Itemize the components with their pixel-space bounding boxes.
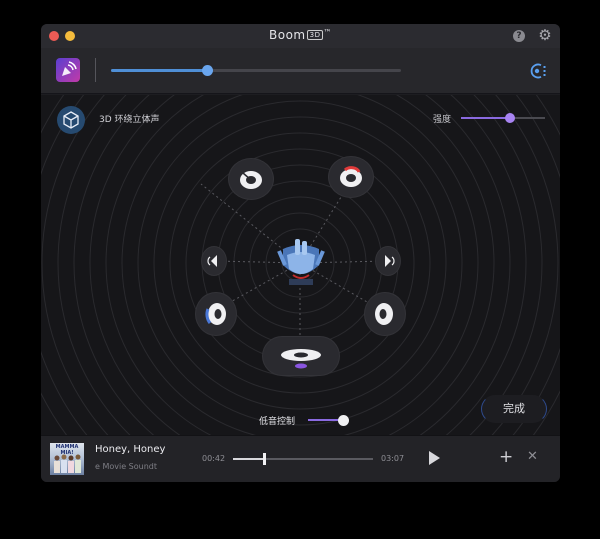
subwoofer-speaker[interactable] <box>263 337 339 375</box>
volume-slider-fill <box>111 69 207 72</box>
window-title-badge: 3D <box>306 30 324 40</box>
play-icon[interactable] <box>427 450 441 466</box>
title-bar: Boom 3D ™ ? ⚙ <box>41 24 560 48</box>
close-icon[interactable]: ✕ <box>527 448 538 466</box>
seek-slider-fill <box>233 458 264 460</box>
volume-slider[interactable] <box>111 65 401 76</box>
add-icon[interactable]: + <box>499 447 513 467</box>
intensity-label: 强度 <box>433 115 452 125</box>
window-title-mark: ™ <box>323 28 332 37</box>
surround-panel: 3D 环绕立体声 强度 低音控制 完成 <box>41 95 560 435</box>
boom-app-icon[interactable] <box>56 58 80 82</box>
intensity-slider-knob[interactable] <box>504 113 515 123</box>
equalizer-icon[interactable] <box>529 62 547 80</box>
window-title: Boom 3D ™ <box>41 28 560 42</box>
done-button[interactable]: 完成 <box>481 395 547 423</box>
bass-control-toggle-knob[interactable] <box>338 415 349 426</box>
intensity-slider-fill <box>461 117 510 119</box>
side-right-speaker[interactable] <box>376 247 400 275</box>
gear-icon[interactable]: ⚙ <box>537 27 553 43</box>
bass-control-label: 低音控制 <box>259 417 296 427</box>
toolbar-divider <box>95 58 96 82</box>
rear-left-speaker[interactable] <box>196 293 236 335</box>
window-title-text: Boom <box>269 28 306 42</box>
bass-control-toggle-track[interactable] <box>308 419 342 421</box>
surround-label: 3D 环绕立体声 <box>99 115 160 125</box>
track-duration: 03:07 <box>381 454 405 463</box>
front-left-speaker[interactable] <box>229 159 273 199</box>
track-album: e Movie Soundt <box>95 462 158 471</box>
rear-right-speaker[interactable] <box>365 293 405 335</box>
front-right-speaker[interactable] <box>329 157 373 197</box>
album-art[interactable]: MAMMA MIA! <box>50 443 84 475</box>
seek-slider[interactable] <box>233 453 373 465</box>
intensity-slider[interactable] <box>461 113 545 123</box>
listener-avatar <box>277 239 325 285</box>
player-bar: MAMMA MIA! Honey, Honey e Movie Soundt 0… <box>41 435 560 482</box>
surround-cube-icon[interactable] <box>57 106 85 134</box>
help-icon[interactable]: ? <box>513 30 525 42</box>
seek-slider-knob[interactable] <box>262 453 266 465</box>
track-title: Honey, Honey <box>95 444 166 455</box>
volume-slider-knob[interactable] <box>201 65 213 76</box>
side-left-speaker[interactable] <box>202 247 226 275</box>
toolbar <box>41 48 560 94</box>
boom-window: Boom 3D ™ ? ⚙ 3D 环绕立体声 强度 低音控制 完成 MAMMA … <box>41 24 560 482</box>
elapsed-time: 00:42 <box>202 454 226 463</box>
